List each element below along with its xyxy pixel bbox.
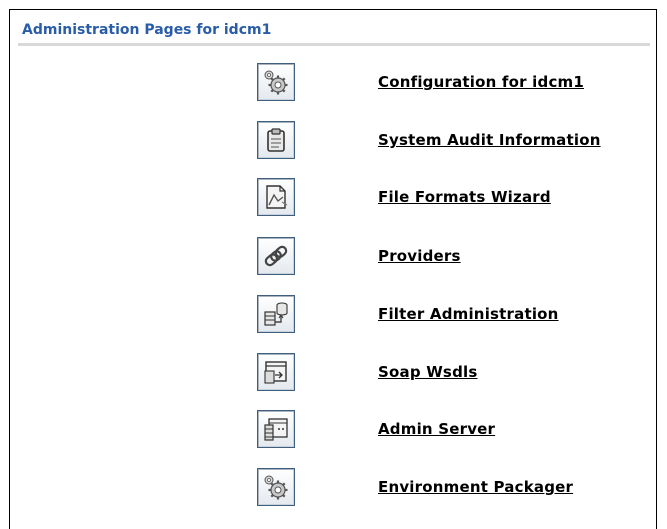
list-item-environment-packager: Environment Packager [257,468,637,508]
list-item-system-audit: System Audit Information [257,121,637,161]
database-filter-icon[interactable] [257,295,295,333]
chain-link-icon[interactable] [257,237,295,275]
list-item-soap-wsdls: Soap Wsdls [257,353,637,393]
admin-pages-panel: Administration Pages for idcm1 Configura… [9,9,657,529]
gears-icon[interactable] [257,63,295,101]
page-title: Administration Pages for idcm1 [22,22,272,38]
list-item-providers: Providers [257,237,637,277]
system-audit-link[interactable]: System Audit Information [378,131,601,149]
server-window-icon[interactable] [257,410,295,448]
filter-administration-link[interactable]: Filter Administration [378,305,559,323]
list-item-admin-server: Admin Server [257,410,637,450]
providers-link[interactable]: Providers [378,247,461,265]
file-formats-wizard-link[interactable]: File Formats Wizard [378,188,551,206]
document-chart-icon[interactable] [257,178,295,216]
list-item-file-formats: File Formats Wizard [257,178,637,218]
clipboard-icon[interactable] [257,121,295,159]
list-item-configuration: Configuration for idcm1 [257,63,637,103]
environment-packager-link[interactable]: Environment Packager [378,478,573,496]
soap-wsdls-link[interactable]: Soap Wsdls [378,363,477,381]
configuration-link[interactable]: Configuration for idcm1 [378,73,584,91]
gears-icon[interactable] [257,468,295,506]
panel-header: Administration Pages for idcm1 [18,17,650,46]
admin-server-link[interactable]: Admin Server [378,420,495,438]
window-import-icon[interactable] [257,353,295,391]
list-item-filter-admin: Filter Administration [257,295,637,335]
